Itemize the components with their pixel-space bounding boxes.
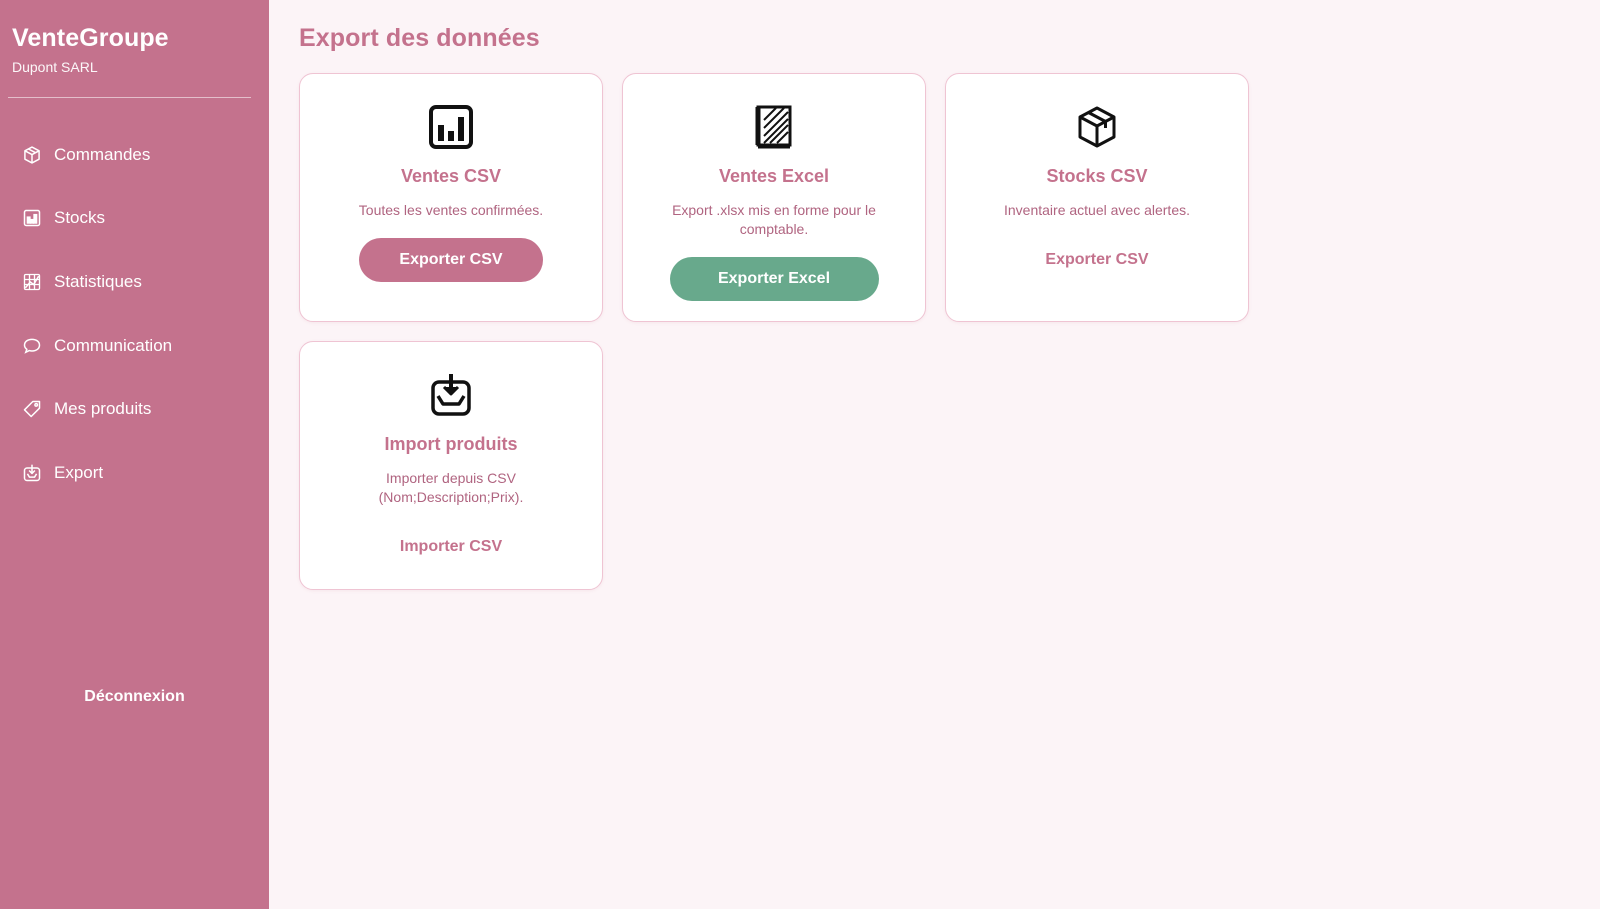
card-stocks-csv: Stocks CSV Inventaire actuel avec alerte… <box>945 73 1249 322</box>
card-title: Ventes CSV <box>400 166 502 186</box>
export-sales-csv-button[interactable]: Exporter CSV <box>359 238 543 282</box>
card-import-produits: Import produits Importer depuis CSV (Nom… <box>299 341 603 590</box>
card-description: Toutes les ventes confirmées. <box>358 202 544 218</box>
sidebar-item-stocks[interactable]: Stocks <box>0 187 269 251</box>
import-products-csv-button[interactable]: Importer CSV <box>359 525 543 569</box>
card-ventes-csv: Ventes CSV Toutes les ventes confirmées.… <box>299 73 603 322</box>
brand-subtitle: Dupont SARL <box>12 59 98 75</box>
ledger-icon <box>751 104 797 150</box>
card-description: Importer depuis CSV (Nom;Description;Pri… <box>378 470 524 505</box>
bar-chart-icon <box>22 208 42 228</box>
inbox-download-icon <box>428 372 474 418</box>
tag-icon <box>22 399 42 419</box>
bar-chart-icon <box>428 104 474 150</box>
card-description: Inventaire actuel avec alertes. <box>1004 202 1190 218</box>
sidebar: VenteGroupe Dupont SARL Commandes Stocks… <box>0 0 269 909</box>
sidebar-item-export[interactable]: Export <box>0 441 269 505</box>
sidebar-item-label: Communication <box>54 335 173 355</box>
sidebar-item-communication[interactable]: Communication <box>0 314 269 378</box>
card-title: Ventes Excel <box>718 166 830 186</box>
package-icon <box>1074 104 1120 150</box>
sidebar-item-statistiques[interactable]: Statistiques <box>0 250 269 314</box>
sidebar-nav: Commandes Stocks Statistiques Communicat… <box>0 123 269 505</box>
page-title: Export des données <box>299 24 540 52</box>
export-sales-excel-button[interactable]: Exporter Excel <box>669 257 879 301</box>
sidebar-item-label: Mes produits <box>54 399 152 419</box>
logout-button[interactable]: Déconnexion <box>0 688 269 706</box>
grid-chart-icon <box>22 272 42 292</box>
sidebar-item-label: Statistiques <box>54 271 142 291</box>
card-title: Import produits <box>384 434 518 454</box>
speech-bubble-icon <box>22 336 42 356</box>
export-stocks-csv-button[interactable]: Exporter CSV <box>1005 238 1189 282</box>
package-icon <box>22 145 42 165</box>
main-content: Export des données Ventes CSV Toutes les… <box>269 0 1600 909</box>
sidebar-item-label: Export <box>54 462 104 482</box>
card-ventes-excel: Ventes Excel Export .xlsx mis en forme p… <box>622 73 926 322</box>
card-title: Stocks CSV <box>1046 166 1148 186</box>
brand: VenteGroupe Dupont SARL <box>0 0 269 75</box>
sidebar-item-commandes[interactable]: Commandes <box>0 123 269 187</box>
sidebar-item-label: Commandes <box>54 144 151 164</box>
brand-title: VenteGroupe <box>12 24 169 52</box>
sidebar-item-mes-produits[interactable]: Mes produits <box>0 377 269 441</box>
sidebar-divider <box>8 97 251 98</box>
sidebar-item-label: Stocks <box>54 208 106 228</box>
app-window: VenteGroupe Dupont SARL Commandes Stocks… <box>0 0 1600 909</box>
export-cards: Ventes CSV Toutes les ventes confirmées.… <box>299 73 1570 590</box>
card-description: Export .xlsx mis en forme pour le compta… <box>672 202 876 237</box>
inbox-download-icon <box>22 463 42 483</box>
